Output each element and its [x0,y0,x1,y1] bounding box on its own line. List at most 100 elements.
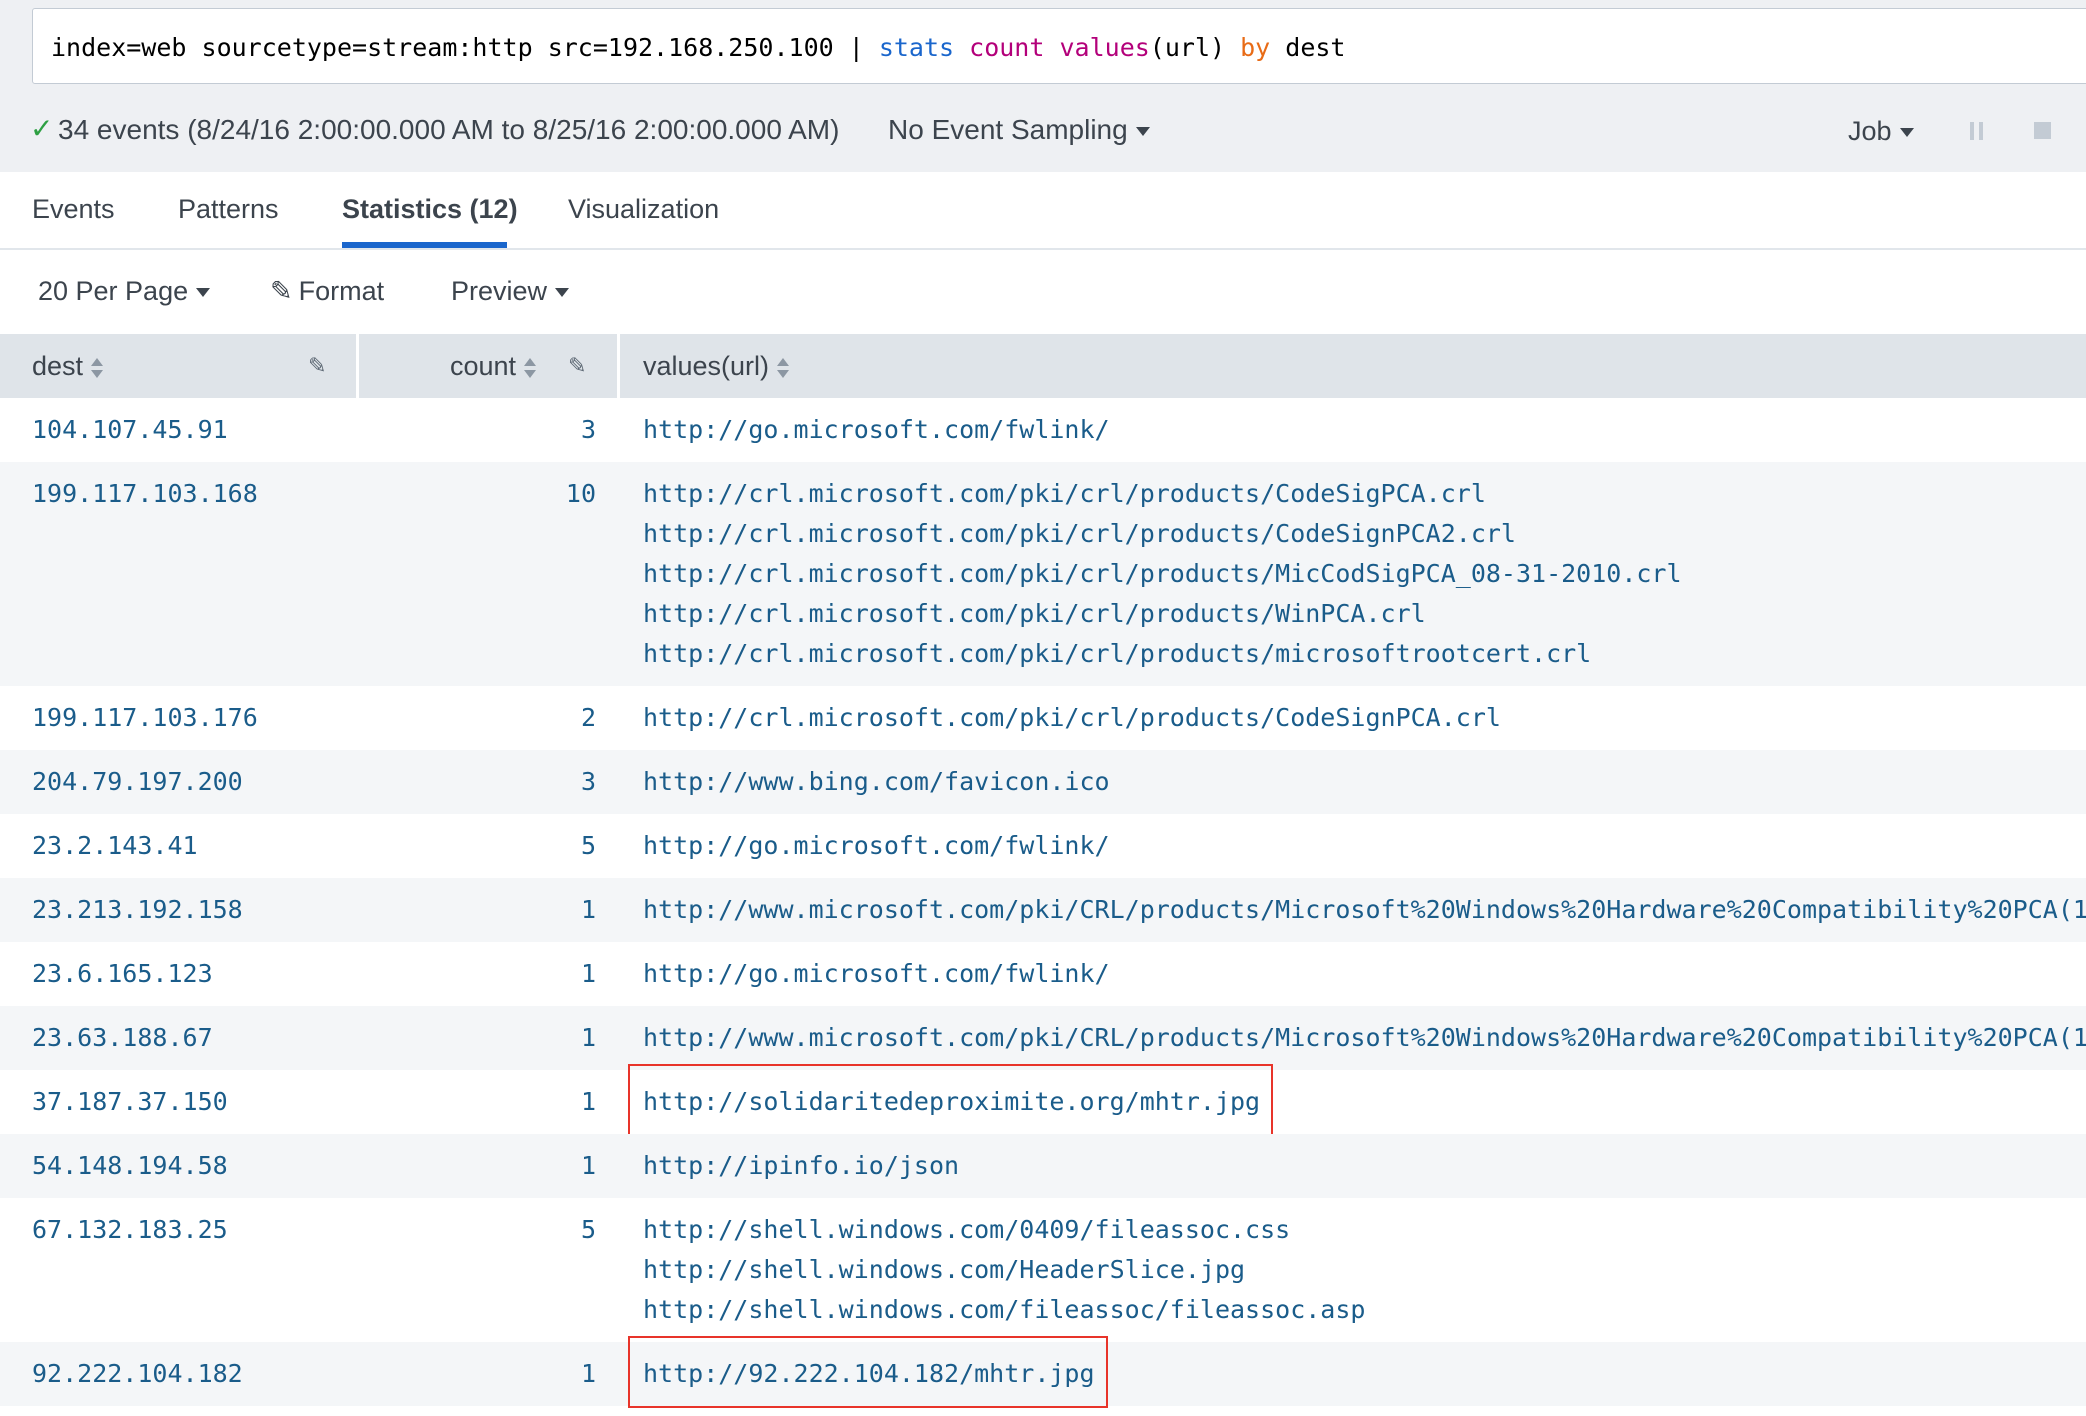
url-value[interactable]: http://www.microsoft.com/pki/CRL/product… [643,890,2086,930]
count-cell[interactable]: 1 [516,954,596,994]
dest-cell[interactable]: 67.132.183.25 [32,1210,228,1250]
job-status-bar: ✓ 34 events (8/24/16 2:00:00.000 AM to 8… [0,100,2086,160]
url-value[interactable]: http://ipinfo.io/json [643,1146,959,1186]
dest-cell[interactable]: 23.213.192.158 [32,890,243,930]
caret-down-icon [196,288,211,298]
caret-down-icon [1135,127,1150,137]
url-value[interactable]: http://crl.microsoft.com/pki/crl/product… [643,554,1682,594]
url-values-cell: http://crl.microsoft.com/pki/crl/product… [643,698,1501,738]
per-page-dropdown[interactable]: 20 Per Page [38,276,211,307]
table-row: 54.148.194.58 1 http://ipinfo.io/json [0,1134,2086,1198]
count-cell[interactable]: 1 [516,1354,596,1394]
job-menu-button[interactable]: Job [1848,116,1914,147]
dest-cell[interactable]: 199.117.103.168 [32,474,258,514]
url-values-cell: http://go.microsoft.com/fwlink/ [643,954,1110,994]
url-value[interactable]: http://shell.windows.com/fileassoc/filea… [643,1290,1365,1330]
table-row: 199.117.103.176 2 http://crl.microsoft.com… [0,686,2086,750]
format-button[interactable]: ✎ Format [270,276,384,307]
query-token: stats [878,33,955,62]
column-header-label: values(url) [643,351,770,381]
tab-patterns[interactable]: Patterns [178,194,279,225]
url-values-cell: http://www.bing.com/favicon.ico [643,762,1110,802]
search-query[interactable]: index=web sourcetype=stream:http src=192… [51,33,1345,62]
count-cell[interactable]: 1 [516,1018,596,1058]
url-values-cell: http://crl.microsoft.com/pki/crl/product… [643,474,1682,674]
results-toolbar: 20 Per Page ✎ Format Preview [0,250,2086,332]
query-token: by [1240,33,1271,62]
table-row: 23.63.188.67 1 http://www.microsoft.com/pk… [0,1006,2086,1070]
count-cell[interactable]: 2 [516,698,596,738]
count-cell[interactable]: 1 [516,1082,596,1122]
event-count-status: 34 events (8/24/16 2:00:00.000 AM to 8/2… [58,114,840,145]
search-area: index=web sourcetype=stream:http src=192… [0,0,2086,172]
sort-icon[interactable] [777,357,790,379]
sort-icon[interactable] [524,357,537,379]
table-row: 23.2.143.41 5 http://go.microsoft.com/fwli… [0,814,2086,878]
url-value[interactable]: http://crl.microsoft.com/pki/crl/product… [643,594,1682,634]
dest-cell[interactable]: 23.6.165.123 [32,954,213,994]
caret-down-icon [1899,128,1914,138]
count-cell[interactable]: 3 [516,410,596,450]
table-row: 67.132.183.25 5 http://shell.windows.com/0… [0,1198,2086,1342]
query-token: (url) [1149,33,1241,62]
results-tabs: Events Patterns Statistics (12) Visualiz… [0,172,2086,250]
url-value[interactable]: http://crl.microsoft.com/pki/crl/product… [643,474,1682,514]
pause-icon[interactable] [1970,122,1984,140]
url-value[interactable]: http://www.bing.com/favicon.ico [643,762,1110,802]
count-cell[interactable]: 1 [516,890,596,930]
tab-events[interactable]: Events [32,194,115,225]
count-cell[interactable]: 5 [516,826,596,866]
dest-cell[interactable]: 23.63.188.67 [32,1018,213,1058]
column-header-values-url[interactable]: values(url) [643,334,790,398]
event-sampling-dropdown[interactable]: No Event Sampling [888,114,1150,146]
url-value[interactable]: http://shell.windows.com/HeaderSlice.jpg [643,1250,1365,1290]
dest-cell[interactable]: 23.2.143.41 [32,826,198,866]
url-values-cell: http://www.microsoft.com/pki/CRL/product… [643,1018,2086,1058]
url-values-cell: http://go.microsoft.com/fwlink/ [643,826,1110,866]
column-header-label: count [450,351,517,381]
url-value[interactable]: http://shell.windows.com/0409/fileassoc.… [643,1210,1365,1250]
edit-column-icon[interactable]: ✎ [568,354,592,378]
edit-column-icon[interactable]: ✎ [308,354,332,378]
url-values-cell: http://ipinfo.io/json [643,1146,959,1186]
highlight-annotation [628,1336,1108,1408]
preview-label: Preview [451,276,548,306]
column-header-dest[interactable]: dest [32,334,104,398]
dest-cell[interactable]: 37.187.37.150 [32,1082,228,1122]
table-row: 199.117.103.168 10 http://crl.microsoft.co… [0,462,2086,686]
dest-cell[interactable]: 199.117.103.176 [32,698,258,738]
dest-cell[interactable]: 92.222.104.182 [32,1354,243,1394]
dest-cell[interactable]: 54.148.194.58 [32,1146,228,1186]
table-row: 204.79.197.200 3 http://www.bing.com/favic… [0,750,2086,814]
url-values-cell: http://go.microsoft.com/fwlink/ [643,410,1110,450]
url-value[interactable]: http://www.microsoft.com/pki/CRL/product… [643,1018,2086,1058]
url-value[interactable]: http://go.microsoft.com/fwlink/ [643,410,1110,450]
count-cell[interactable]: 10 [516,474,596,514]
dest-cell[interactable]: 204.79.197.200 [32,762,243,802]
tab-statistics[interactable]: Statistics (12) [342,194,518,225]
url-value[interactable]: http://crl.microsoft.com/pki/crl/product… [643,634,1682,674]
query-token [1044,33,1059,62]
url-value[interactable]: http://crl.microsoft.com/pki/crl/product… [643,514,1682,554]
url-value[interactable]: http://go.microsoft.com/fwlink/ [643,954,1110,994]
table-row: 23.213.192.158 1 http://www.microsoft.com/… [0,878,2086,942]
count-cell[interactable]: 3 [516,762,596,802]
sort-icon[interactable] [91,357,104,379]
query-token: values [1059,33,1150,62]
url-value[interactable]: http://go.microsoft.com/fwlink/ [643,826,1110,866]
count-cell[interactable]: 1 [516,1146,596,1186]
count-cell[interactable]: 5 [516,1210,596,1250]
column-header-count[interactable]: count [450,334,537,398]
column-header-label: dest [32,351,84,381]
stop-icon[interactable] [2034,122,2051,139]
table-row: 37.187.37.150 1 http://solidaritedeproximi… [0,1064,2086,1136]
tab-visualization[interactable]: Visualization [568,194,719,225]
search-input[interactable]: index=web sourcetype=stream:http src=192… [32,8,2086,84]
event-sampling-label: No Event Sampling [888,114,1128,145]
url-value[interactable]: http://crl.microsoft.com/pki/crl/product… [643,698,1501,738]
preview-dropdown[interactable]: Preview [451,276,570,307]
table-row: 23.6.165.123 1 http://go.microsoft.com/fwl… [0,942,2086,1006]
per-page-label: 20 Per Page [38,276,189,306]
query-token: dest [1270,33,1346,62]
dest-cell[interactable]: 104.107.45.91 [32,410,228,450]
